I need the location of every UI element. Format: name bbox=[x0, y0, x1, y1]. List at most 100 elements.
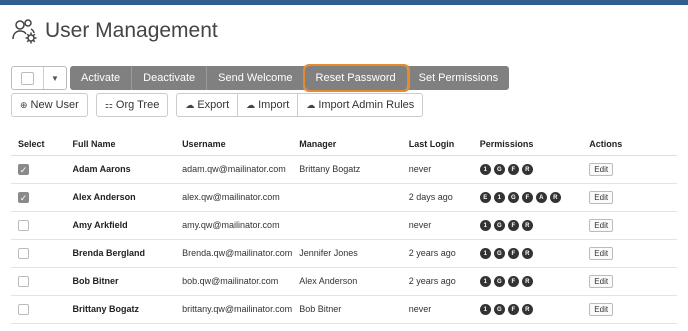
org-tree-button[interactable]: ⚏ Org Tree bbox=[95, 93, 169, 117]
permission-badge: 1 bbox=[479, 220, 491, 232]
table-row: Bob Bitner bob.qw@mailinator.com Alex Ande… bbox=[11, 267, 677, 296]
users-gear-icon bbox=[11, 17, 39, 45]
data-buttons: ☁ Export ☁ Import ☁ Import Admin Rules bbox=[176, 93, 424, 117]
permission-badge: F bbox=[507, 248, 519, 260]
username-cell: Brenda.qw@mailinator.com bbox=[175, 239, 293, 268]
manager-cell: Brittany Bogatz bbox=[292, 155, 402, 184]
permission-badge: R bbox=[521, 164, 533, 176]
edit-button[interactable]: Edit bbox=[589, 246, 614, 260]
row-select-cell bbox=[11, 267, 66, 296]
last-login-cell: never bbox=[401, 155, 473, 184]
top-accent-bar bbox=[0, 0, 688, 5]
edit-button[interactable]: Edit bbox=[589, 302, 614, 316]
select-all-dropdown[interactable]: ▼ bbox=[11, 66, 67, 90]
row-select-cell: ✓ bbox=[11, 183, 66, 212]
col-select: Select bbox=[11, 133, 66, 156]
permission-badge: R bbox=[521, 248, 533, 260]
new-user-button[interactable]: ⊕ New User bbox=[11, 93, 88, 117]
reset-password-button[interactable]: Reset Password bbox=[302, 64, 410, 92]
permission-badge: 1 bbox=[479, 304, 491, 316]
row-checkbox[interactable] bbox=[18, 219, 29, 231]
page-header: User Management bbox=[11, 14, 218, 48]
secondary-toolbar: ⊕ New User ⚏ Org Tree ☁ Export ☁ Import … bbox=[11, 93, 429, 117]
cloud-download-icon: ☁ bbox=[246, 100, 256, 110]
full-name-cell: Bob Bitner bbox=[65, 267, 176, 296]
row-checkbox[interactable] bbox=[18, 303, 29, 315]
permission-badge: G bbox=[493, 220, 505, 232]
last-login-cell: 2 years ago bbox=[401, 239, 473, 268]
row-select-cell: ✓ bbox=[11, 155, 66, 184]
manager-cell: Jennifer Jones bbox=[292, 239, 402, 268]
last-login-cell: 2 years ago bbox=[401, 267, 473, 296]
set-permissions-button[interactable]: Set Permissions bbox=[407, 66, 510, 90]
actions-cell: Edit bbox=[582, 239, 677, 268]
permission-badge: F bbox=[507, 164, 519, 176]
username-cell: adam.qw@mailinator.com bbox=[175, 155, 293, 184]
table-row: Amy Arkfield amy.qw@mailinator.com never 1 G… bbox=[11, 211, 677, 240]
permission-badge: R bbox=[521, 304, 533, 316]
actions-cell: Edit bbox=[582, 155, 677, 184]
table-row: ✓ Adam Aarons adam.qw@mailinator.com Britta… bbox=[11, 155, 677, 184]
username-cell: brittany.qw@mailinator.com bbox=[175, 295, 293, 324]
manager-cell bbox=[292, 183, 402, 212]
permission-badge: R bbox=[549, 192, 561, 204]
permission-badge: G bbox=[507, 192, 519, 204]
send-welcome-button[interactable]: Send Welcome bbox=[207, 66, 305, 90]
bulk-action-buttons: Activate Deactivate Send Welcome Reset P… bbox=[70, 64, 510, 92]
row-select-cell bbox=[11, 239, 66, 268]
actions-cell: Edit bbox=[582, 183, 677, 212]
select-all-checkbox[interactable] bbox=[12, 67, 44, 89]
row-checkbox[interactable] bbox=[18, 247, 29, 259]
last-login-cell: never bbox=[401, 211, 473, 240]
username-cell: amy.qw@mailinator.com bbox=[175, 211, 293, 240]
row-select-cell bbox=[11, 211, 66, 240]
row-checkbox[interactable]: ✓ bbox=[18, 163, 29, 175]
permission-badge: F bbox=[521, 192, 533, 204]
permission-badge: 1 bbox=[479, 164, 491, 176]
col-full-name[interactable]: Full Name bbox=[65, 133, 176, 156]
permission-badge: E bbox=[479, 192, 491, 204]
actions-cell: Edit bbox=[582, 211, 677, 240]
last-login-cell: 2 days ago bbox=[401, 183, 473, 212]
permission-badge: R bbox=[521, 276, 533, 288]
row-checkbox[interactable]: ✓ bbox=[18, 191, 29, 203]
manager-cell bbox=[292, 211, 402, 240]
col-last-login[interactable]: Last Login bbox=[401, 133, 473, 156]
manager-cell: Alex Anderson bbox=[292, 267, 402, 296]
import-admin-rules-button[interactable]: ☁ Import Admin Rules bbox=[297, 93, 424, 117]
last-login-cell: never bbox=[401, 295, 473, 324]
permissions-cell: 1GFR bbox=[472, 295, 583, 324]
permission-badge: R bbox=[521, 220, 533, 232]
actions-cell: Edit bbox=[582, 267, 677, 296]
caret-down-icon[interactable]: ▼ bbox=[44, 67, 66, 89]
username-cell: bob.qw@mailinator.com bbox=[175, 267, 293, 296]
edit-button[interactable]: Edit bbox=[589, 218, 614, 232]
edit-button[interactable]: Edit bbox=[589, 162, 614, 176]
table-row: ✓ Alex Anderson alex.qw@mailinator.com 2 da… bbox=[11, 183, 677, 212]
users-table: Select Full Name Username Manager Last L… bbox=[11, 133, 677, 324]
table-row: Brittany Bogatz brittany.qw@mailinator.co… bbox=[11, 295, 677, 324]
col-username[interactable]: Username bbox=[175, 133, 293, 156]
cloud-download-icon: ☁ bbox=[306, 100, 316, 110]
permission-badge: G bbox=[493, 164, 505, 176]
page-title: User Management bbox=[45, 19, 218, 42]
plus-circle-icon: ⊕ bbox=[20, 100, 28, 110]
col-actions: Actions bbox=[582, 133, 677, 156]
col-permissions: Permissions bbox=[472, 133, 583, 156]
col-manager[interactable]: Manager bbox=[292, 133, 402, 156]
import-button[interactable]: ☁ Import bbox=[237, 93, 298, 117]
permissions-cell: E1GFAR bbox=[472, 183, 583, 212]
row-checkbox[interactable] bbox=[18, 275, 29, 287]
full-name-cell: Brenda Bergland bbox=[65, 239, 176, 268]
export-button[interactable]: ☁ Export bbox=[176, 93, 238, 117]
edit-button[interactable]: Edit bbox=[589, 190, 614, 204]
table-row: Brenda Bergland Brenda.qw@mailinator.com J… bbox=[11, 239, 677, 268]
permission-badge: 1 bbox=[479, 248, 491, 260]
permission-badge: G bbox=[493, 276, 505, 288]
activate-button[interactable]: Activate bbox=[70, 66, 133, 90]
deactivate-button[interactable]: Deactivate bbox=[132, 66, 208, 90]
manager-cell: Bob Bitner bbox=[292, 295, 402, 324]
username-cell: alex.qw@mailinator.com bbox=[175, 183, 293, 212]
edit-button[interactable]: Edit bbox=[589, 274, 614, 288]
cloud-upload-icon: ☁ bbox=[185, 100, 195, 110]
